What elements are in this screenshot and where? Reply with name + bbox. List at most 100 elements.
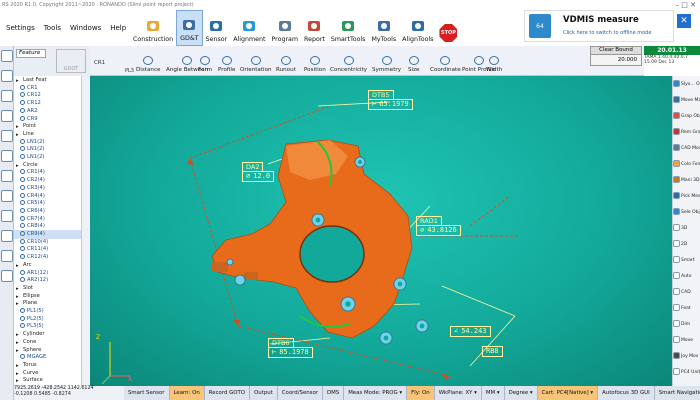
right-panel-item[interactable]: Smart: [673, 256, 700, 263]
status-dms[interactable]: DMS: [323, 386, 345, 400]
window-controls[interactable]: – □ ✕: [676, 1, 696, 9]
load-icon[interactable]: [1, 70, 13, 82]
gdt-size-button[interactable]: Size: [408, 46, 419, 76]
clone-icon[interactable]: [1, 210, 13, 222]
tree-label: CR12: [27, 100, 41, 107]
tree-scrollbar[interactable]: [82, 76, 90, 390]
home-icon[interactable]: [1, 50, 13, 62]
dim-rb8-value[interactable]: RB8: [482, 346, 503, 357]
status-wkplane-xy[interactable]: WkPlane: XY ▾: [435, 386, 482, 400]
status-autofocus-3d-gui[interactable]: Autofocus 3D GUI: [598, 386, 655, 400]
menu-item-tools[interactable]: Tools: [44, 24, 61, 32]
ribbon-program-button[interactable]: Program: [268, 10, 301, 46]
gdt-symmetry-button[interactable]: Symmetry: [372, 46, 401, 76]
expander-icon: ▸: [16, 293, 19, 300]
dim-da2-value[interactable]: ⌀ 12.0: [242, 171, 275, 182]
3d-viewport[interactable]: DTB5 ⊢ 65.1979 DA2 ⌀ 12.0 RAD1 ⊘ 43.8126 DT…: [90, 76, 672, 386]
feature-icon: [20, 277, 25, 283]
gdt-concentricity-button[interactable]: Concentricity: [330, 46, 367, 76]
right-panel-item[interactable]: Pick Meas: [673, 192, 700, 199]
right-panel-item[interactable]: Move: [673, 336, 700, 343]
gdt-position-button[interactable]: Position: [304, 46, 326, 76]
ribbon-sensor-button[interactable]: Sensor: [203, 10, 231, 46]
tree-label: CR4(4): [27, 192, 45, 199]
dim-angle-value[interactable]: ∠ 54.243: [450, 326, 491, 337]
dim-dtb6-value[interactable]: ⊢ 85.1978: [268, 347, 313, 358]
tab-gdot[interactable]: GDOT: [56, 49, 86, 73]
status-coord-sensor[interactable]: Coord/Sensor: [278, 386, 323, 400]
status-smart-sensor[interactable]: Smart Sensor: [124, 386, 170, 400]
status-fly-on[interactable]: Fly: On: [407, 386, 435, 400]
gdt-orientation-button[interactable]: Orientation: [240, 46, 272, 76]
ribbon-alignment-button[interactable]: Alignment: [230, 10, 268, 46]
right-panel-item[interactable]: CAD Mod: [673, 144, 700, 151]
status-degree[interactable]: Degree ▾: [505, 386, 538, 400]
right-panel-item[interactable]: Rem Grap: [673, 128, 700, 135]
probe-icon[interactable]: [1, 130, 13, 142]
right-panel-item[interactable]: CAD: [673, 288, 700, 295]
dim-dtb5-value[interactable]: ⊢ 65.1979: [368, 99, 413, 110]
dim-rad1-value[interactable]: ⊘ 43.8126: [416, 225, 461, 236]
ribbon-label: Report: [304, 36, 325, 43]
ribbon-gd-t-button[interactable]: GD&T: [176, 10, 203, 46]
point-profile-icon: [473, 56, 484, 65]
right-panel-label: Smart: [681, 258, 695, 263]
right-panel-item[interactable]: Feat: [673, 304, 700, 311]
smarttools-icon: [339, 18, 357, 34]
right-panel-item[interactable]: Sele Obje: [673, 208, 700, 215]
profile-icon[interactable]: [1, 90, 13, 102]
right-panel-item[interactable]: 3D: [673, 224, 700, 231]
right-panel-item[interactable]: Colo Form: [673, 160, 700, 167]
menu-item-settings[interactable]: Settings: [6, 24, 35, 32]
tree-category[interactable]: ▸ Surface: [14, 376, 81, 385]
ribbon-construction-button[interactable]: Construction: [130, 10, 176, 46]
settings-icon[interactable]: [1, 270, 13, 282]
gdt-width-button[interactable]: Width: [486, 46, 502, 76]
gdt-distance-button[interactable]: Distance: [136, 46, 160, 76]
vdmis-offline-link[interactable]: Click here to switch to offline mode: [563, 30, 651, 36]
measure-icon[interactable]: [1, 110, 13, 122]
ribbon-stop-button[interactable]: STOP: [436, 10, 460, 46]
gdt-coordinate-button[interactable]: Coordinate: [430, 46, 461, 76]
ribbon-report-button[interactable]: Report: [301, 10, 328, 46]
status-record-goto[interactable]: Record GOTO: [205, 386, 251, 400]
status-learn-on[interactable]: Learn: On: [169, 386, 205, 400]
plot-icon[interactable]: [1, 170, 13, 182]
ribbon-smarttools-button[interactable]: SmartTools: [328, 10, 369, 46]
status-mm[interactable]: MM ▾: [482, 386, 505, 400]
form-icon: [200, 56, 211, 65]
ribbon-mytools-button[interactable]: MyTools: [368, 10, 399, 46]
gdt-runout-button[interactable]: Runout: [276, 46, 296, 76]
feature-tree: ▸ Last Feat CR1 CR12 CR12 AR2 CR9 ▸ Point ▸ Line LN…: [14, 76, 82, 390]
clear-bound-box[interactable]: Clear Bound 20.000: [590, 46, 642, 66]
right-panel-item[interactable]: PC4 Unit:MM: [673, 368, 700, 375]
view-icon[interactable]: [1, 190, 13, 202]
right-panel-item[interactable]: Move Mach: [673, 96, 700, 103]
tree-label: CR1(4): [27, 169, 45, 176]
right-panel-item[interactable]: Mani 3D V: [673, 176, 700, 183]
ribbon-aligntools-button[interactable]: AlignTools: [399, 10, 436, 46]
menu-item-windows[interactable]: Windows: [70, 24, 101, 32]
tool-icon[interactable]: [1, 250, 13, 262]
gdt-button-label: Coordinate: [430, 67, 461, 73]
tab-feature[interactable]: Feature: [16, 49, 46, 58]
right-panel-item[interactable]: Grap Objec: [673, 112, 700, 119]
status-cart-pc4-native[interactable]: Cart: PC4[Native] ▾: [537, 386, 599, 400]
right-panel-item[interactable]: Auto: [673, 272, 700, 279]
right-panel-item[interactable]: Joy Mov: [673, 352, 700, 359]
menu-item-help[interactable]: Help: [110, 24, 126, 32]
close-icon[interactable]: ✕: [677, 14, 691, 28]
slider-icon[interactable]: [1, 230, 13, 242]
status-smart-navigation[interactable]: Smart Navigation: [655, 386, 700, 400]
scan-icon[interactable]: [1, 150, 13, 162]
clear-bound-value[interactable]: 20.000: [591, 55, 641, 66]
right-panel-item[interactable]: Dim: [673, 320, 700, 327]
status-meas-mode-prog[interactable]: Meas Mode: PROG ▾: [344, 386, 408, 400]
vdmis-banner[interactable]: 64 VDMIS measure Click here to switch to…: [524, 10, 674, 42]
status-output[interactable]: Output: [250, 386, 278, 400]
gdt-form-button[interactable]: Form: [198, 46, 212, 76]
right-panel-item[interactable]: Slyx... Obje: [673, 80, 700, 87]
right-panel-item[interactable]: 2D: [673, 240, 700, 247]
gdt-profile-button[interactable]: Profile: [218, 46, 235, 76]
aligntools-icon: [409, 18, 427, 34]
